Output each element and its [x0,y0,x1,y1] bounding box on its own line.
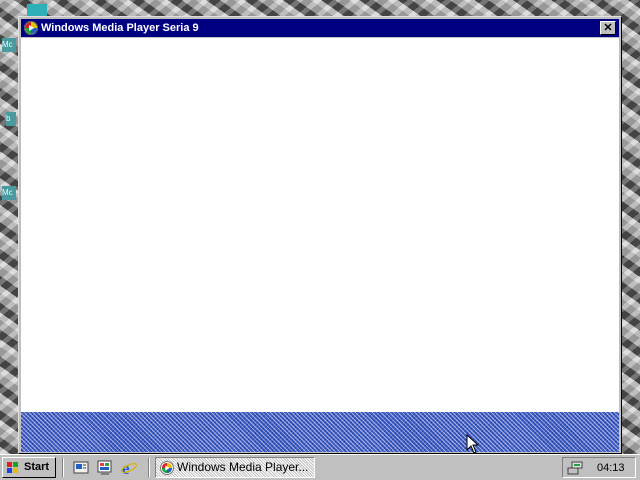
mouse-pointer-icon [466,434,480,454]
start-label: Start [24,461,50,473]
desktop-icon-label: Mc [2,188,13,197]
window-title: Windows Media Player Seria 9 [41,22,199,34]
taskbar-button-label: Windows Media Player... [177,460,309,474]
title-bar[interactable]: Windows Media Player Seria 9 ✕ [21,19,619,37]
player-controls-band[interactable] [21,412,619,452]
channels-icon[interactable] [96,459,114,476]
media-player-icon [160,461,174,475]
system-tray: 04:13 [562,457,636,478]
desktop-icon-fragment[interactable]: b [6,112,16,126]
start-button[interactable]: Start [2,457,56,478]
close-button[interactable]: ✕ [600,21,616,35]
network-icon[interactable] [566,460,584,476]
desktop-icon-label: b [6,114,11,123]
clock[interactable]: 04:13 [597,462,625,474]
show-desktop-icon[interactable] [72,459,90,476]
media-player-icon [24,21,38,35]
desktop-icon-fragment[interactable]: Mc [2,38,16,52]
desktop-icon-label: Mc [2,40,13,49]
taskbar-separator [62,458,64,477]
media-player-window: Windows Media Player Seria 9 ✕ [18,16,622,454]
taskbar: Start e Windows Media Player... 04:13 [0,454,640,480]
taskbar-separator [148,458,150,477]
media-content-area[interactable] [21,38,619,412]
desktop-icon[interactable] [27,4,47,16]
internet-explorer-icon[interactable]: e [120,459,138,476]
windows-logo-icon [7,462,18,473]
taskbar-button-media-player[interactable]: Windows Media Player... [155,457,315,478]
desktop-icon-fragment[interactable]: Mc [2,186,16,200]
